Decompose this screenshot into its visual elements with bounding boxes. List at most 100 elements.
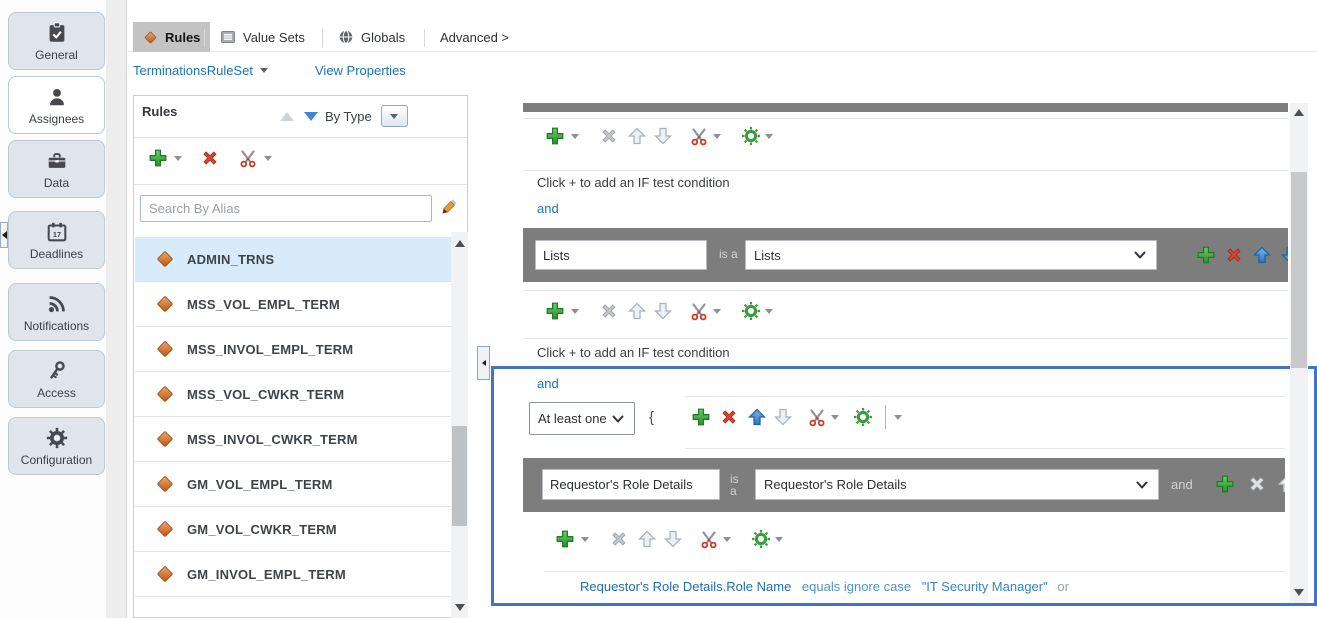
sidebar-tab-assignees[interactable]: Assignees [8,76,105,134]
add-test-menu-caret[interactable] [571,309,579,314]
cut-menu-caret[interactable] [713,134,721,139]
divider [134,137,467,138]
sidebar-tab-data[interactable]: Data [8,140,105,198]
move-pattern-down-button[interactable] [1280,245,1288,265]
move-down-button[interactable] [773,407,793,427]
cut-button[interactable] [699,529,719,549]
add-pattern-button[interactable] [1215,474,1235,494]
condition-value-link[interactable]: "IT Security Manager" [922,579,1048,594]
tab-rules[interactable]: Rules [133,22,210,52]
scroll-down-button[interactable] [1290,585,1308,600]
sort-controls: By Type [280,105,408,127]
tab-advanced[interactable]: Advanced > [430,22,519,52]
add-test-menu-caret[interactable] [581,537,589,542]
settings-gear-button[interactable] [751,529,771,549]
scrollbar-thumb[interactable] [1291,172,1307,368]
move-up-button[interactable] [627,301,647,321]
sort-ascending-icon[interactable] [280,112,294,121]
delete-test-button[interactable] [599,126,619,146]
move-up-button[interactable] [627,126,647,146]
scroll-up-button[interactable] [451,236,468,251]
add-test-button[interactable] [545,126,565,146]
view-properties-link[interactable]: View Properties [315,63,406,78]
more-menu-caret[interactable] [894,415,902,420]
rule-list-item[interactable]: MSS_INVOL_EMPL_TERM [135,327,451,372]
cut-menu-caret[interactable] [831,415,839,420]
cut-menu-caret[interactable] [264,156,272,161]
rule-list-item[interactable]: MSS_VOL_CWKR_TERM [135,372,451,417]
rule-list-item[interactable]: GM_VOL_EMPL_TERM [135,462,451,507]
move-down-button[interactable] [653,301,673,321]
scroll-down-button[interactable] [451,600,468,615]
settings-gear-button[interactable] [853,407,873,427]
pattern-alias-input[interactable] [542,469,720,500]
move-pattern-up-button[interactable] [1277,474,1285,494]
sidebar-tab-access[interactable]: Access [8,350,105,408]
rule-list-item[interactable]: ADMIN_TRNS [135,237,451,282]
panel-splitter-handle[interactable] [477,346,490,380]
sort-descending-icon[interactable] [304,112,318,121]
settings-menu-caret[interactable] [765,309,773,314]
delete-test-button[interactable] [609,529,629,549]
tab-globals[interactable]: Globals [328,22,415,52]
add-condition-button[interactable] [691,407,711,427]
editor-scrollbar[interactable] [1290,103,1308,603]
pattern-type-select[interactable]: Lists [745,240,1157,270]
cut-menu-caret[interactable] [723,537,731,542]
settings-menu-caret[interactable] [775,537,783,542]
scrollbar-thumb[interactable] [452,426,467,526]
cut-button[interactable] [807,407,827,427]
condition-operator-link[interactable]: equals ignore case [802,579,911,594]
rules-list-scrollbar[interactable] [451,232,468,618]
cut-menu-caret[interactable] [713,309,721,314]
search-by-alias-input[interactable] [140,195,432,222]
move-up-button[interactable] [747,407,767,427]
cut-button[interactable] [689,301,709,321]
sidebar-tab-general[interactable]: General [8,12,105,70]
and-connector-link[interactable]: and [537,376,559,391]
settings-gear-button[interactable] [741,301,761,321]
condition-connector-label: or [1057,579,1069,594]
pattern-alias-input[interactable] [535,240,707,270]
tab-value-sets[interactable]: Value Sets [210,22,315,52]
and-connector-link[interactable]: and [537,201,559,216]
if-hint-text: Click + to add an IF test condition [537,175,730,190]
condition-operand-link[interactable]: Requestor's Role Details.Role Name [580,579,791,594]
calendar-icon: 17 [45,220,69,244]
quantifier-select[interactable]: At least one [529,402,635,435]
chevron-down-icon [260,68,268,73]
sidebar-tab-notifications[interactable]: Notifications [8,283,105,341]
move-up-button[interactable] [637,529,657,549]
sidebar-tab-deadlines[interactable]: 17 Deadlines [8,211,105,269]
cut-button[interactable] [689,126,709,146]
rule-list-item[interactable]: MSS_INVOL_CWKR_TERM [135,417,451,462]
move-pattern-up-button[interactable] [1252,245,1272,265]
pattern-type-select[interactable]: Requestor's Role Details [755,469,1159,500]
delete-condition-button[interactable] [719,407,739,427]
settings-menu-caret[interactable] [765,134,773,139]
ruleset-selector[interactable]: TerminationsRuleSet [133,63,268,78]
move-down-button[interactable] [653,126,673,146]
key-icon [45,359,69,383]
delete-rule-button[interactable] [200,148,220,168]
sidebar-tab-configuration[interactable]: Configuration [8,417,105,475]
add-rule-button[interactable] [148,148,168,168]
delete-pattern-button[interactable] [1224,245,1244,265]
panel-collapse-handle-left[interactable] [0,222,8,248]
sort-by-dropdown-button[interactable] [381,105,408,127]
rule-list-item[interactable]: GM_VOL_CWKR_TERM [135,507,451,552]
rule-list-item[interactable]: MSS_VOL_EMPL_TERM [135,282,451,327]
add-test-menu-caret[interactable] [571,134,579,139]
delete-test-button[interactable] [599,301,619,321]
settings-gear-button[interactable] [741,126,761,146]
add-test-button[interactable] [555,529,575,549]
pencil-icon[interactable] [439,198,458,217]
scroll-up-button[interactable] [1290,105,1308,120]
rule-list-item[interactable]: GM_INVOL_EMPL_TERM [135,552,451,597]
move-down-button[interactable] [663,529,683,549]
cut-rule-button[interactable] [238,148,258,168]
add-test-button[interactable] [545,301,565,321]
add-pattern-button[interactable] [1196,245,1216,265]
add-rule-menu-caret[interactable] [174,156,182,161]
delete-pattern-button[interactable] [1247,474,1267,494]
